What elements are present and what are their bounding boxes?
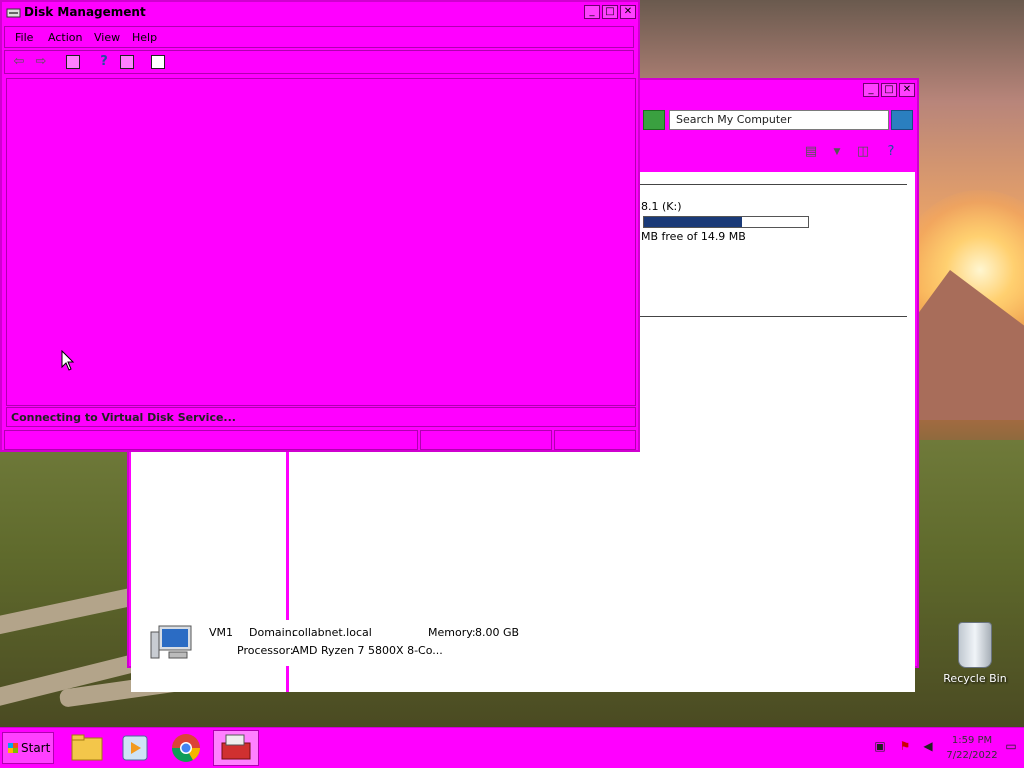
maximize-button[interactable]: □ <box>881 83 897 97</box>
recycle-bin-label: Recycle Bin <box>943 672 1007 685</box>
drive-label[interactable]: 8.1 (K:) <box>641 200 682 213</box>
memory-label: Memory: <box>428 626 476 639</box>
start-button[interactable]: Start <box>2 732 54 764</box>
domain-label: Domain: <box>249 626 296 639</box>
close-button[interactable]: ✕ <box>620 5 636 19</box>
status-bar-cell <box>554 430 636 450</box>
search-input[interactable]: Search My Computer <box>669 110 889 130</box>
recycle-bin-icon <box>958 622 992 668</box>
status-bar <box>4 430 636 450</box>
taskbar: Start ▣ ⚑ ◀ 1:59 PM 7/22/2022 ▭ <box>0 727 1024 768</box>
maximize-button[interactable]: □ <box>602 5 618 19</box>
status-bar-cell <box>420 430 552 450</box>
forward-arrow-icon[interactable]: ⇨ <box>33 54 49 70</box>
drive-free-text: MB free of 14.9 MB <box>641 230 746 243</box>
drive-usage-fill <box>644 217 743 227</box>
clock-time: 1:59 PM <box>951 735 993 746</box>
minimize-button[interactable]: _ <box>863 83 879 97</box>
taskbar-computer-management[interactable] <box>213 730 259 766</box>
help-icon[interactable]: ? <box>96 54 112 70</box>
status-message: Connecting to Virtual Disk Service... <box>6 407 636 427</box>
computer-name: VM1 <box>209 626 234 639</box>
chevron-down-icon[interactable]: ▼ <box>829 144 845 160</box>
view-options-icon[interactable]: ▤ <box>803 144 819 160</box>
mouse-cursor <box>61 350 75 371</box>
network-icon[interactable]: ▣ <box>872 738 888 754</box>
minimize-button[interactable]: _ <box>584 5 600 19</box>
computer-icon <box>150 625 192 659</box>
chrome-icon <box>172 734 200 762</box>
preview-pane-icon[interactable]: ◫ <box>855 144 871 160</box>
disk-management-icon <box>6 8 21 18</box>
clock-date: 7/22/2022 <box>946 750 998 761</box>
properties-icon[interactable] <box>151 55 165 69</box>
disk-management-titlebar[interactable]: Disk Management _ □ ✕ <box>2 2 638 24</box>
taskbar-media-player[interactable] <box>112 730 158 766</box>
taskbar-file-explorer[interactable] <box>64 730 110 766</box>
toolbox-icon <box>221 734 251 760</box>
toolbar: ⇦ ⇨ ? <box>4 50 634 74</box>
action-center-flag-icon[interactable]: ⚑ <box>897 738 913 754</box>
help-icon[interactable]: ? <box>883 144 899 160</box>
domain-value: collabnet.local <box>292 626 372 639</box>
disk-list-pane[interactable] <box>6 78 636 406</box>
status-bar-cell <box>4 430 418 450</box>
disk-management-window[interactable]: Disk Management _ □ ✕ File Action View H… <box>0 0 640 452</box>
show-hide-console-tree-icon[interactable] <box>66 55 80 69</box>
processor-value: AMD Ryzen 7 5800X 8-Co... <box>292 644 443 657</box>
menu-view[interactable]: View <box>94 31 120 44</box>
drive-usage-bar <box>643 216 809 228</box>
close-button[interactable]: ✕ <box>899 83 915 97</box>
window-title: Disk Management <box>24 5 146 19</box>
menu-file[interactable]: File <box>15 31 33 44</box>
action-pane-icon[interactable] <box>120 55 134 69</box>
refresh-icon[interactable] <box>643 110 665 130</box>
recycle-bin[interactable]: Recycle Bin <box>940 622 1010 685</box>
volume-icon[interactable]: ◀ <box>920 738 936 754</box>
start-label: Start <box>21 741 51 755</box>
menu-action[interactable]: Action <box>48 31 82 44</box>
search-icon[interactable] <box>891 110 913 130</box>
taskbar-chrome[interactable] <box>163 730 209 766</box>
details-pane: VM1 Domain: collabnet.local Memory: 8.00… <box>131 620 915 666</box>
windows-logo-icon <box>8 743 18 753</box>
back-arrow-icon[interactable]: ⇦ <box>11 54 27 70</box>
menu-bar: File Action View Help <box>4 26 634 48</box>
menu-help[interactable]: Help <box>132 31 157 44</box>
processor-label: Processor: <box>237 644 294 657</box>
system-clock[interactable]: 1:59 PM 7/22/2022 <box>944 733 1000 763</box>
show-desktop-icon[interactable]: ▭ <box>1003 738 1019 754</box>
memory-value: 8.00 GB <box>475 626 520 639</box>
folder-icon <box>71 734 103 761</box>
media-player-icon <box>122 735 148 761</box>
